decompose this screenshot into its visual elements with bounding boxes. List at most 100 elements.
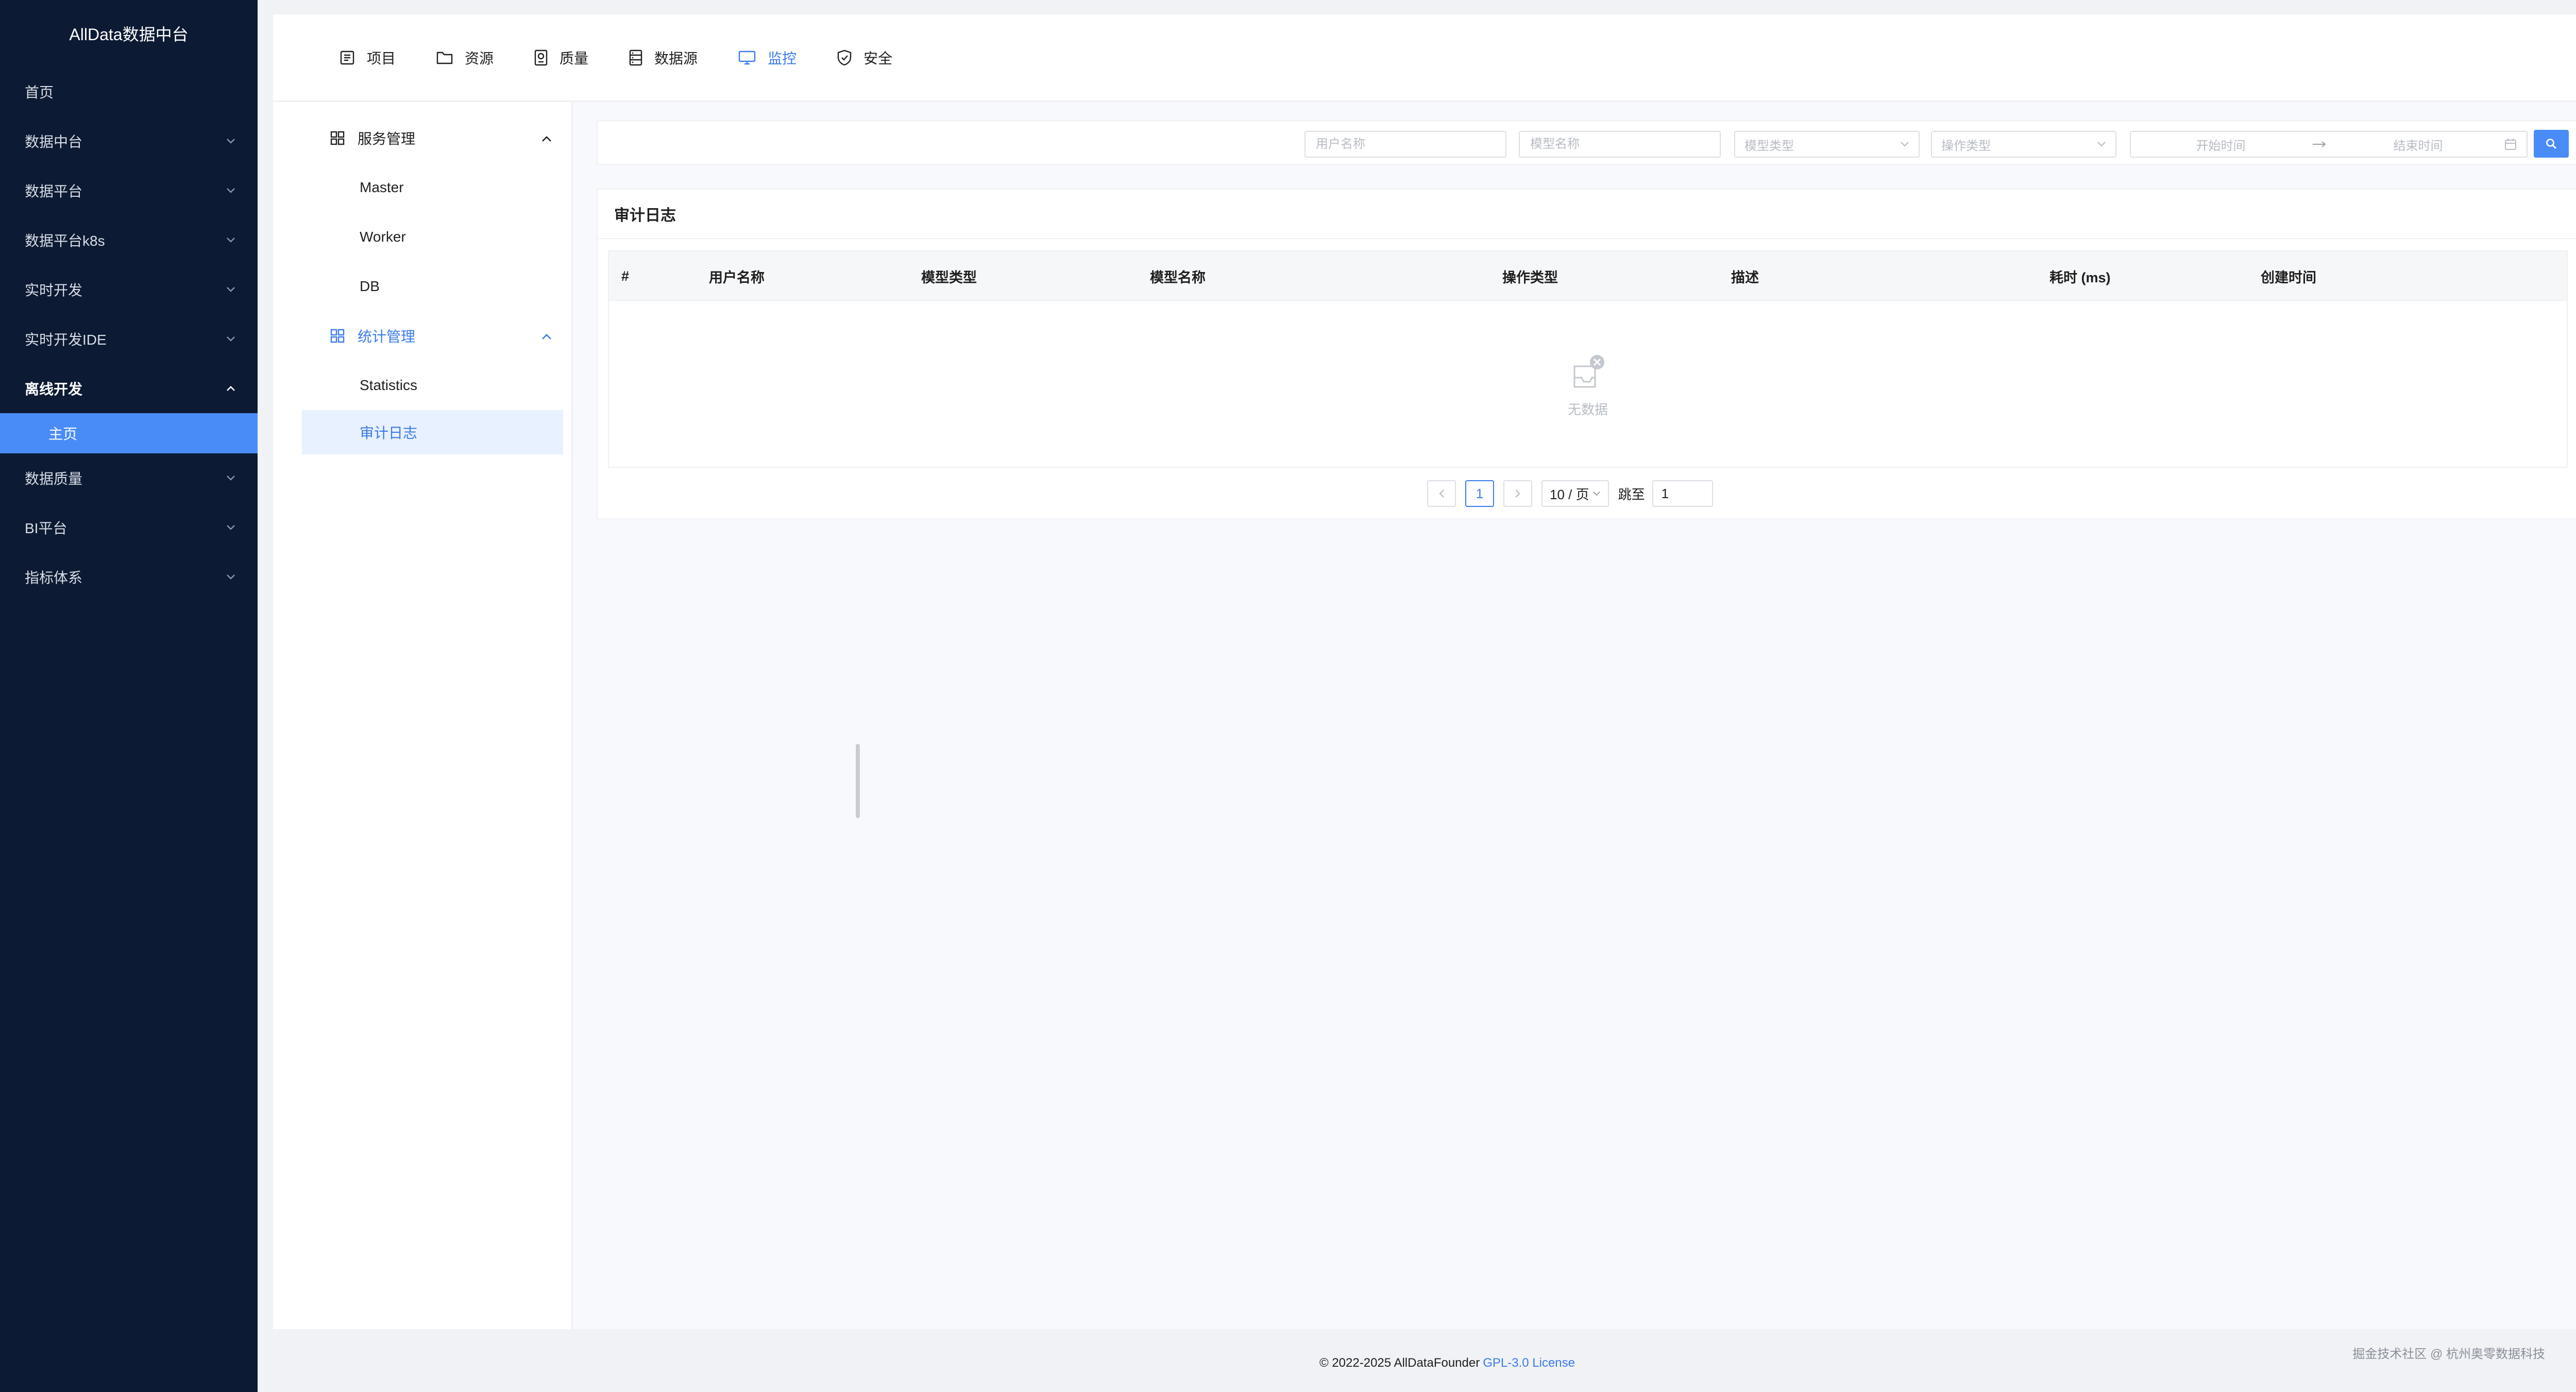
chevron-down-icon: [225, 521, 237, 534]
audit-log-table: # 用户名称 模型类型 模型名称 操作类型 描述 耗时 (ms) 创建时间 无数…: [608, 250, 2568, 468]
menu-group-statistics[interactable]: 统计管理: [273, 311, 571, 361]
chevron-down-icon: [1900, 141, 1909, 147]
sidebar-item-data-center[interactable]: 数据中台: [0, 116, 258, 166]
chevron-down-icon: [1592, 491, 1601, 496]
chevron-down-icon: [225, 571, 237, 583]
end-time-placeholder: 结束时间: [2393, 139, 2443, 153]
model-type-select[interactable]: 模型类型: [1734, 131, 1920, 158]
tab-security[interactable]: 安全: [837, 47, 892, 68]
empty-state: 无数据: [609, 301, 2567, 468]
start-time-placeholder: 开始时间: [2196, 139, 2246, 153]
shield-icon: [837, 49, 852, 65]
chevron-up-icon: [225, 382, 237, 395]
model-name-input[interactable]: [1519, 131, 1721, 158]
tab-label: 资源: [465, 50, 494, 66]
tab-resource[interactable]: 资源: [436, 47, 494, 68]
sidebar-item-label: 指标体系: [25, 570, 83, 586]
menu-item-statistics[interactable]: Statistics: [273, 361, 571, 410]
filter-bar: 模型类型 操作类型 开始时间 结束时间: [597, 121, 2576, 165]
table-header: # 用户名称 模型类型 模型名称 操作类型 描述 耗时 (ms) 创建时间: [609, 251, 2567, 301]
content-area: 模型类型 操作类型 开始时间 结束时间 审计日志 # 用户: [573, 102, 2576, 1329]
column-header-model-type: 模型类型: [921, 269, 977, 285]
column-header-index: #: [621, 268, 630, 284]
quality-icon: [534, 49, 548, 65]
sidebar: AllData数据中台 首页 数据中台 数据平台 数据平台k8s 实时开发 实时…: [0, 0, 258, 1392]
sidebar-item-bi-platform[interactable]: BI平台: [0, 503, 258, 552]
sidebar-item-label: BI平台: [25, 520, 67, 536]
select-placeholder: 操作类型: [1941, 139, 1991, 153]
user-name-input[interactable]: [1304, 131, 1506, 158]
sidebar-item-data-quality[interactable]: 数据质量: [0, 453, 258, 503]
chevron-up-icon: [541, 130, 552, 146]
sidebar-item-data-platform[interactable]: 数据平台: [0, 166, 258, 215]
jump-page-input[interactable]: 1: [1652, 480, 1713, 507]
app-title: AllData数据中台: [69, 25, 189, 44]
tab-monitor[interactable]: 监控: [738, 47, 796, 68]
chevron-down-icon: [225, 184, 237, 197]
chevron-down-icon: [225, 472, 237, 484]
menu-group-label: 统计管理: [358, 329, 416, 345]
page-size-select[interactable]: 10 / 页: [1541, 480, 1609, 507]
copyright-text: © 2022-2025 AllDataFounder: [1319, 1356, 1480, 1370]
sidebar-item-metrics[interactable]: 指标体系: [0, 552, 258, 602]
date-range-picker[interactable]: 开始时间 结束时间: [2130, 131, 2528, 158]
sidebar-item-label: 数据平台k8s: [25, 233, 105, 249]
footer: © 2022-2025 AllDataFounder GPL-3.0 Licen…: [258, 1334, 2576, 1392]
column-header-description: 描述: [1731, 269, 1759, 285]
sidebar-item-realtime-ide[interactable]: 实时开发IDE: [0, 314, 258, 364]
menu-group-service[interactable]: 服务管理: [273, 113, 571, 163]
resize-handle[interactable]: [856, 744, 860, 818]
sidebar-item-offline-dev[interactable]: 离线开发: [0, 364, 258, 413]
next-page-button[interactable]: [1503, 480, 1532, 507]
project-icon: [340, 50, 354, 64]
operation-type-select[interactable]: 操作类型: [1931, 131, 2116, 158]
column-header-model-name: 模型名称: [1150, 269, 1206, 285]
column-header-operation-type: 操作类型: [1502, 269, 1558, 285]
top-tabs: 项目 资源 质量 数据源 监控 安全: [273, 14, 2576, 102]
tab-datasource[interactable]: 数据源: [629, 47, 698, 68]
menu-item-master[interactable]: Master: [273, 163, 571, 212]
arrow-right-icon: [2312, 137, 2327, 151]
chevron-down-icon: [225, 234, 237, 246]
tab-label: 数据源: [654, 50, 698, 66]
folder-icon: [436, 52, 453, 64]
chevron-right-icon: [1515, 489, 1520, 498]
select-placeholder: 模型类型: [1744, 139, 1794, 153]
sidebar-item-data-platform-k8s[interactable]: 数据平台k8s: [0, 215, 258, 265]
pagination: 1 10 / 页 跳至 1: [1427, 480, 1713, 507]
sidebar-item-home[interactable]: 首页: [0, 67, 258, 116]
menu-group-label: 服务管理: [358, 131, 416, 147]
chevron-up-icon: [541, 328, 552, 344]
sidebar-subitem-home[interactable]: 主页: [0, 413, 258, 453]
chevron-down-icon: [225, 333, 237, 345]
menu-item-worker[interactable]: Worker: [273, 212, 571, 262]
search-icon: [2546, 139, 2556, 149]
tab-project[interactable]: 项目: [339, 47, 396, 68]
sidebar-item-label: 实时开发IDE: [25, 332, 107, 348]
menu-item-audit-log[interactable]: 审计日志: [302, 410, 563, 454]
model-name-field[interactable]: [1529, 132, 1710, 157]
tab-quality[interactable]: 质量: [534, 47, 588, 68]
tab-label: 项目: [367, 50, 396, 66]
prev-page-button[interactable]: [1427, 480, 1456, 507]
page-number-current[interactable]: 1: [1465, 480, 1494, 507]
page-size-value: 10 / 页: [1550, 486, 1589, 502]
watermark-text: 掘金技术社区 @ 杭州奥零数据科技: [2352, 1347, 2545, 1361]
jump-label: 跳至: [1618, 486, 1645, 502]
menu-item-db[interactable]: DB: [273, 262, 571, 311]
sidebar-item-label: 数据中台: [25, 134, 83, 150]
chevron-left-icon: [1439, 489, 1444, 498]
search-button[interactable]: [2534, 130, 2569, 158]
grid-icon: [330, 328, 345, 344]
chevron-down-icon: [2097, 141, 2106, 147]
license-link[interactable]: GPL-3.0 License: [1483, 1356, 1575, 1370]
sidebar-item-realtime-dev[interactable]: 实时开发: [0, 265, 258, 314]
datasource-icon: [629, 49, 642, 65]
user-name-field[interactable]: [1315, 132, 1496, 157]
column-header-created-time: 创建时间: [2261, 269, 2316, 285]
tab-label: 安全: [863, 50, 893, 66]
secondary-menu: 服务管理 Master Worker DB 统计管理 Statistics 审计…: [273, 102, 573, 1329]
column-header-user: 用户名称: [709, 269, 765, 285]
monitor-icon: [738, 50, 756, 64]
chevron-down-icon: [225, 135, 237, 147]
